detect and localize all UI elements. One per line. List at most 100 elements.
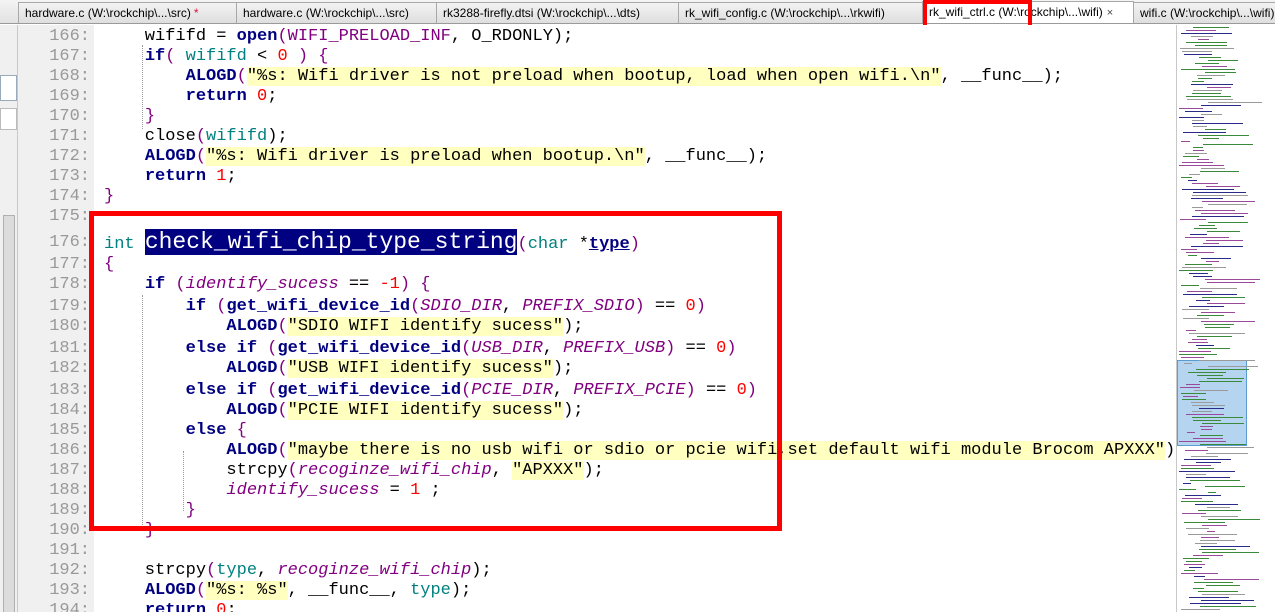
tab-wifi-c[interactable]: wifi.c (W:\rockchip\...\wifi) — [1133, 2, 1275, 23]
tab-rk-wifi-ctrl-c[interactable]: rk_wifi_ctrl.c (W:\rockchip\...\wifi) × — [922, 1, 1134, 23]
code-token: < — [246, 47, 278, 66]
minimap-line — [1181, 468, 1214, 469]
minimap-line — [1185, 153, 1207, 154]
minimap-line — [1198, 591, 1238, 592]
code-token: ( — [195, 147, 207, 166]
minimap-line — [1193, 126, 1207, 127]
minimap-line — [1205, 72, 1236, 73]
minimap-line — [1189, 174, 1200, 175]
code-token: open — [236, 27, 278, 46]
minimap-line — [1185, 450, 1208, 451]
minimap-line — [1184, 459, 1231, 460]
code-token: recoginze_wifi_chip — [297, 461, 492, 480]
minimap-line — [1207, 378, 1244, 379]
minimap-line — [1181, 69, 1235, 70]
code-text: ALOGD("%s: Wifi driver is not preload wh… — [104, 67, 1063, 86]
minimap-line — [1202, 594, 1245, 595]
minimap-line — [1202, 552, 1259, 553]
minimap-line — [1208, 60, 1238, 61]
minimap-line — [1181, 33, 1232, 34]
minimap-line — [1196, 300, 1210, 301]
minimap-line — [1205, 279, 1260, 280]
code-text: if (get_wifi_device_id(SDIO_DIR, PREFIX_… — [104, 297, 706, 316]
minimap-line — [1181, 285, 1199, 286]
minimap-line — [1191, 84, 1233, 85]
code-token: 0 — [716, 339, 727, 358]
tab-rk3288-firefly-dtsi[interactable]: rk3288-firefly.dtsi (W:\rockchip\...\dts… — [436, 2, 679, 23]
code-token: ) — [726, 339, 737, 358]
minimap-line — [1197, 159, 1209, 160]
code-text: } — [104, 521, 155, 540]
minimap-line — [1193, 147, 1203, 148]
minimap-line — [1205, 327, 1230, 328]
minimap-line — [1202, 297, 1245, 298]
code-token: ) — [746, 381, 757, 400]
minimap-line — [1192, 216, 1244, 217]
document-minimap[interactable] — [1176, 25, 1275, 612]
minimap-line — [1205, 486, 1245, 487]
minimap-line — [1181, 465, 1211, 466]
minimap-line — [1196, 462, 1221, 463]
code-token: if — [144, 275, 166, 294]
minimap-line — [1193, 438, 1223, 439]
minimap-line — [1193, 555, 1223, 556]
tab-hardware-c[interactable]: hardware.c (W:\rockchip\...\src) — [236, 2, 437, 23]
minimap-line — [1199, 57, 1221, 58]
minimap-line — [1182, 51, 1212, 52]
minimap-line — [1201, 546, 1250, 547]
minimap-line — [1191, 198, 1223, 199]
minimap-line — [1206, 453, 1248, 454]
code-editor[interactable]: 166: wififd = open(WIFI_PRELOAD_INF, O_R… — [18, 25, 1176, 612]
code-token: "APXXX" — [512, 461, 584, 480]
code-token: ( — [277, 317, 288, 336]
left-panel-scrollbar[interactable] — [3, 215, 15, 612]
left-panel-dropdown[interactable] — [0, 108, 17, 130]
minimap-line — [1191, 36, 1213, 37]
minimap-line — [1201, 114, 1222, 115]
minimap-line — [1188, 342, 1208, 343]
code-token: ); — [1164, 441, 1176, 460]
code-token: , — [542, 339, 564, 358]
minimap-line — [1182, 267, 1226, 268]
code-token: ( — [277, 401, 288, 420]
line-number: 183: — [49, 381, 90, 400]
code-token: ALOGD — [226, 359, 278, 378]
line-number: 169: — [49, 87, 90, 106]
code-token: { — [236, 421, 247, 440]
code-token: "PCIE WIFI identify sucess" — [287, 401, 564, 420]
code-token: ) { — [399, 275, 431, 294]
code-token: WIFI_PRELOAD_INF — [287, 27, 451, 46]
code-token: ) — [685, 381, 696, 400]
code-token: close — [104, 127, 196, 146]
minimap-line — [1194, 390, 1228, 391]
close-icon[interactable]: × — [1107, 7, 1113, 19]
minimap-line — [1207, 282, 1255, 283]
tab-bar: hardware.c (W:\rockchip\...\src) * hardwa… — [0, 0, 1275, 24]
minimap-line — [1185, 237, 1229, 238]
code-text: ALOGD("maybe there is no usb wifi or sdi… — [104, 441, 1176, 460]
minimap-line — [1188, 534, 1237, 535]
minimap-line — [1208, 519, 1260, 520]
code-text: return 0; — [104, 601, 237, 612]
minimap-line — [1208, 222, 1248, 223]
code-text: else { — [104, 421, 247, 440]
minimap-line — [1182, 399, 1206, 400]
code-token: ; — [267, 87, 278, 106]
minimap-line — [1192, 339, 1207, 340]
minimap-line — [1181, 141, 1190, 142]
line-number: 192: — [49, 561, 90, 580]
code-token: "USB WIFI identify sucess" — [287, 359, 553, 378]
minimap-line — [1192, 123, 1243, 124]
minimap-line — [1188, 255, 1197, 256]
left-panel-input[interactable] — [0, 75, 17, 101]
minimap-line — [1192, 183, 1218, 184]
minimap-line — [1199, 225, 1215, 226]
minimap-line — [1189, 567, 1202, 568]
tab-rk-wifi-config-c[interactable]: rk_wifi_config.c (W:\rockchip\...\rkwifi… — [678, 2, 923, 23]
code-token: 0 — [277, 47, 288, 66]
minimap-line — [1187, 99, 1233, 100]
tab-hardware-c-modified[interactable]: hardware.c (W:\rockchip\...\src) * — [18, 2, 237, 23]
